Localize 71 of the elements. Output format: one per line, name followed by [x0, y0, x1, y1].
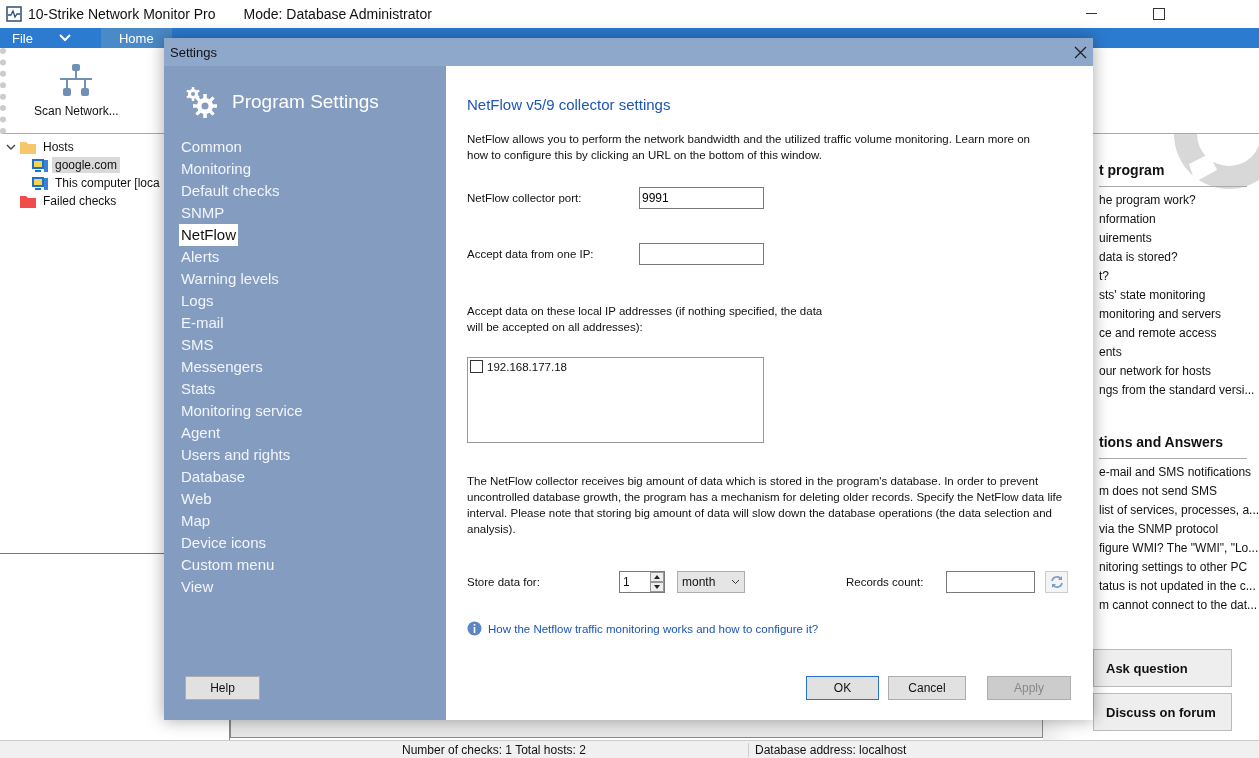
- close-icon[interactable]: [1074, 45, 1087, 59]
- mode-label: Mode: Database Administrator: [243, 6, 432, 22]
- dialog-button[interactable]: Cancel: [888, 676, 966, 700]
- unit-dropdown[interactable]: month: [677, 571, 745, 593]
- note-text: The NetFlow collector receives big amount of data which is stored in the program's database. In order to prevent uncontrolled database growth, the program has a mechanism for deleting older records. Specify the NetFlow data life interval. Please note that storing big amount of data will slow down the database operations (the data selection and analysis).: [467, 474, 1064, 537]
- store-spin-field[interactable]: 1: [619, 571, 665, 593]
- help-link[interactable]: m does not send SMS: [1099, 482, 1259, 501]
- scan-network-button[interactable]: Scan Network...: [34, 63, 119, 118]
- dialog-button[interactable]: OK: [806, 676, 879, 700]
- computer-icon: [32, 157, 48, 173]
- help-link[interactable]: nitoring settings to other PC: [1099, 558, 1259, 577]
- help-link[interactable]: sts' state monitoring: [1099, 286, 1259, 305]
- help-link[interactable]: m cannot connect to the dat...: [1099, 596, 1259, 615]
- section-heading: NetFlow v5/9 collector settings: [467, 96, 672, 113]
- ip-address: 192.168.177.18: [487, 360, 567, 373]
- help-link[interactable]: via the SNMP protocol: [1099, 520, 1259, 539]
- info-icon: [467, 621, 482, 636]
- refresh-icon: [1049, 575, 1064, 589]
- tree-item[interactable]: This computer [loca: [52, 175, 163, 191]
- settings-nav-item[interactable]: NetFlow: [179, 224, 238, 246]
- tree-item[interactable]: google.com: [52, 157, 121, 173]
- help-link[interactable]: How the Netflow traffic monitoring works and how to configure it?: [488, 622, 819, 635]
- port-field[interactable]: 9991: [639, 187, 764, 209]
- chevron-icon: [58, 34, 71, 42]
- refresh-button[interactable]: [1045, 571, 1068, 593]
- field-label: Store data for:: [467, 575, 541, 590]
- window-title: 10-Strike Network Monitor Pro: [28, 6, 216, 22]
- help-link[interactable]: our network for hosts: [1099, 362, 1259, 381]
- help-heading: t program: [1099, 162, 1247, 187]
- help-link[interactable]: ents: [1099, 343, 1259, 362]
- field-label: NetFlow collector port:: [467, 191, 583, 206]
- computer-icon: [32, 175, 48, 191]
- help-link[interactable]: ce and remote access: [1099, 324, 1259, 343]
- help-link[interactable]: nformation: [1099, 210, 1259, 229]
- field-label: Accept data from one IP:: [467, 247, 595, 262]
- ip-field[interactable]: [639, 243, 764, 265]
- help-link[interactable]: ngs from the standard versi...: [1099, 381, 1259, 400]
- help-heading: tions and Answers: [1099, 434, 1247, 459]
- help-link[interactable]: tatus is not updated in the c...: [1099, 577, 1259, 596]
- help-link[interactable]: figure WMI? The "WMI", "Lo...: [1099, 539, 1259, 558]
- tree-item[interactable]: Failed checks: [40, 193, 120, 209]
- settings-header: Program Settings: [232, 91, 379, 113]
- spin-arrows-icon: [650, 572, 664, 592]
- checkbox[interactable]: [470, 360, 483, 373]
- menu-tab[interactable]: File: [0, 28, 83, 48]
- dialog-title: Settings: [170, 44, 217, 60]
- help-panel-button[interactable]: Ask question: [1093, 649, 1232, 687]
- help-button[interactable]: Help: [185, 676, 260, 700]
- intro-text: NetFlow allows you to perform the network bandwidth and the utilized traffic volume monitoring. Learn more on how to configure this by clicking an URL on the bottom of this window.: [467, 132, 1031, 163]
- help-link[interactable]: monitoring and servers: [1099, 305, 1259, 324]
- help-link[interactable]: he program work?: [1099, 191, 1259, 210]
- app-logo-icon: [6, 6, 22, 22]
- maximize-icon[interactable]: [1152, 8, 1165, 20]
- network-icon: [59, 63, 94, 98]
- field-label: Records count:: [846, 575, 925, 590]
- chevron-icon: [731, 579, 740, 585]
- field-label: Accept data on these local IP addresses (if nothing specified, the data will be accepted on all addresses):: [467, 304, 824, 335]
- help-link[interactable]: list of services, processes, a...: [1099, 501, 1259, 520]
- collapse-caret-icon[interactable]: [6, 142, 16, 152]
- records-field[interactable]: [946, 571, 1035, 593]
- tree-item[interactable]: Hosts: [40, 139, 77, 155]
- help-link[interactable]: uirements: [1099, 229, 1259, 248]
- menu-tab[interactable]: Home: [100, 28, 172, 48]
- status-text: Number of checks: 1 Total hosts: 2: [0, 742, 749, 757]
- help-link[interactable]: data is stored?: [1099, 248, 1259, 267]
- help-panel-button[interactable]: Discuss on forum: [1093, 693, 1232, 731]
- gears-icon: [184, 85, 218, 119]
- help-link[interactable]: t?: [1099, 267, 1259, 286]
- help-link[interactable]: e-mail and SMS notifications: [1099, 463, 1259, 482]
- status-text: Database address: localhost: [754, 742, 907, 757]
- minimize-icon[interactable]: [1086, 13, 1097, 15]
